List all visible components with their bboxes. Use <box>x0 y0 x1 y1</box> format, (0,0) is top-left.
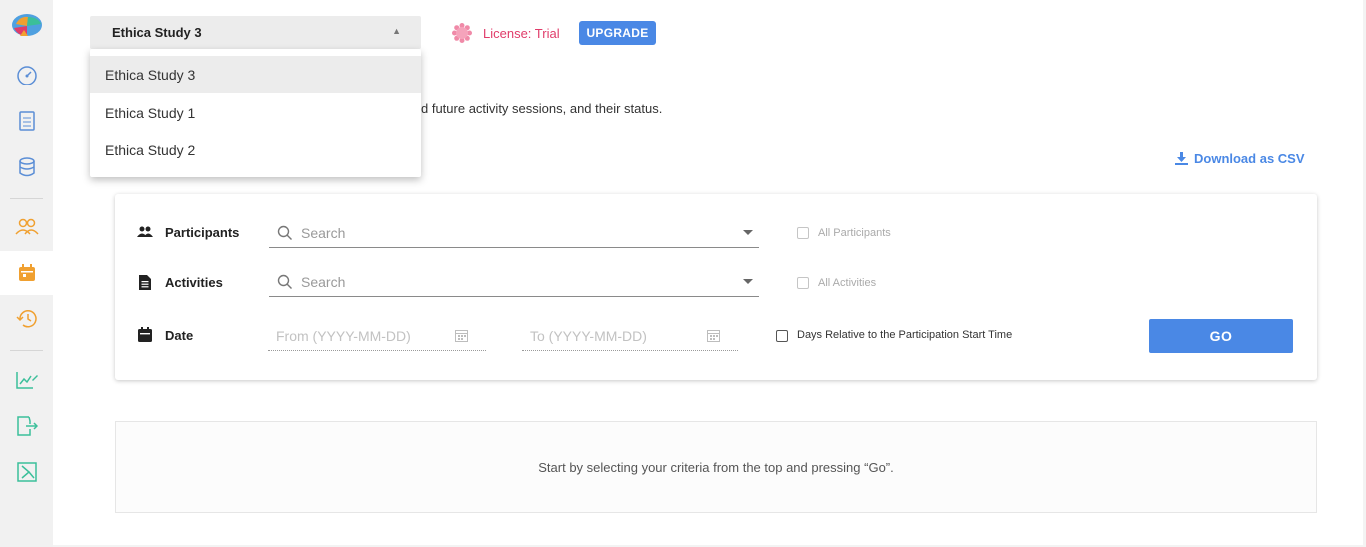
days-relative-label: Days Relative to the Participation Start… <box>797 329 1013 341</box>
activities-search-placeholder: Search <box>301 273 346 290</box>
dropdown-arrow-icon[interactable] <box>743 279 753 284</box>
document-list-icon <box>137 274 153 290</box>
dashboard-icon[interactable] <box>0 53 53 97</box>
all-activities-label: All Activities <box>818 277 877 289</box>
download-csv-label: Download as CSV <box>1194 151 1305 166</box>
empty-message: Start by selecting your criteria from th… <box>538 459 894 475</box>
all-participants-label: All Participants <box>818 227 891 239</box>
calendar-icon[interactable] <box>455 329 468 342</box>
upgrade-button[interactable]: UPGRADE <box>579 21 656 45</box>
page-description: d future activity sessions, and their st… <box>421 101 663 116</box>
participants-search-placeholder: Search <box>301 224 346 241</box>
search-icon <box>277 225 292 240</box>
all-participants-checkbox[interactable] <box>797 227 809 239</box>
participants-label: Participants <box>165 225 240 240</box>
logo-icon[interactable] <box>0 4 53 48</box>
date-to-input[interactable]: To (YYYY-MM-DD) <box>522 321 738 351</box>
search-icon <box>277 274 292 289</box>
license-label: License: Trial <box>483 25 560 41</box>
formula-icon[interactable] <box>0 450 53 494</box>
activities-search-input[interactable]: Search <box>269 267 759 297</box>
calendar-icon <box>137 326 153 342</box>
history-icon[interactable] <box>0 297 53 341</box>
results-placeholder: Start by selecting your criteria from th… <box>115 421 1317 513</box>
participants-icon[interactable] <box>0 205 53 249</box>
date-from-placeholder: From (YYYY-MM-DD) <box>276 327 411 344</box>
dropdown-arrow-icon[interactable] <box>743 230 753 235</box>
sidebar <box>0 0 53 547</box>
download-csv-link[interactable]: Download as CSV <box>1175 151 1305 166</box>
date-from-input[interactable]: From (YYYY-MM-DD) <box>268 321 486 351</box>
download-icon <box>1175 152 1188 165</box>
study-select[interactable]: Ethica Study 3 ▲ <box>90 16 421 49</box>
people-icon <box>137 224 153 240</box>
license-info: License: Trial <box>451 20 560 46</box>
badge-icon <box>452 23 472 43</box>
date-to-placeholder: To (YYYY-MM-DD) <box>530 327 647 344</box>
study-option[interactable]: Ethica Study 2 <box>90 131 421 168</box>
activities-label: Activities <box>165 275 223 290</box>
edit-chart-icon[interactable] <box>0 358 53 402</box>
calendar-icon[interactable] <box>0 251 53 295</box>
chevron-up-icon: ▲ <box>392 26 401 36</box>
sidebar-separator <box>10 350 43 351</box>
date-label: Date <box>165 328 194 343</box>
go-button[interactable]: GO <box>1149 319 1293 353</box>
study-option[interactable]: Ethica Study 3 <box>90 56 421 93</box>
calendar-icon[interactable] <box>707 329 720 342</box>
study-dropdown-menu: Ethica Study 3 Ethica Study 1 Ethica Stu… <box>90 49 421 177</box>
days-relative-checkbox[interactable] <box>776 330 788 342</box>
study-select-value: Ethica Study 3 <box>112 25 202 40</box>
study-option[interactable]: Ethica Study 1 <box>90 94 421 131</box>
export-icon[interactable] <box>0 404 53 448</box>
document-icon[interactable] <box>0 99 53 143</box>
database-icon[interactable] <box>0 145 53 189</box>
participants-search-input[interactable]: Search <box>269 218 759 248</box>
sidebar-separator <box>10 198 43 199</box>
filter-card: Participants Search All Participants Act… <box>115 194 1317 380</box>
all-activities-checkbox[interactable] <box>797 277 809 289</box>
